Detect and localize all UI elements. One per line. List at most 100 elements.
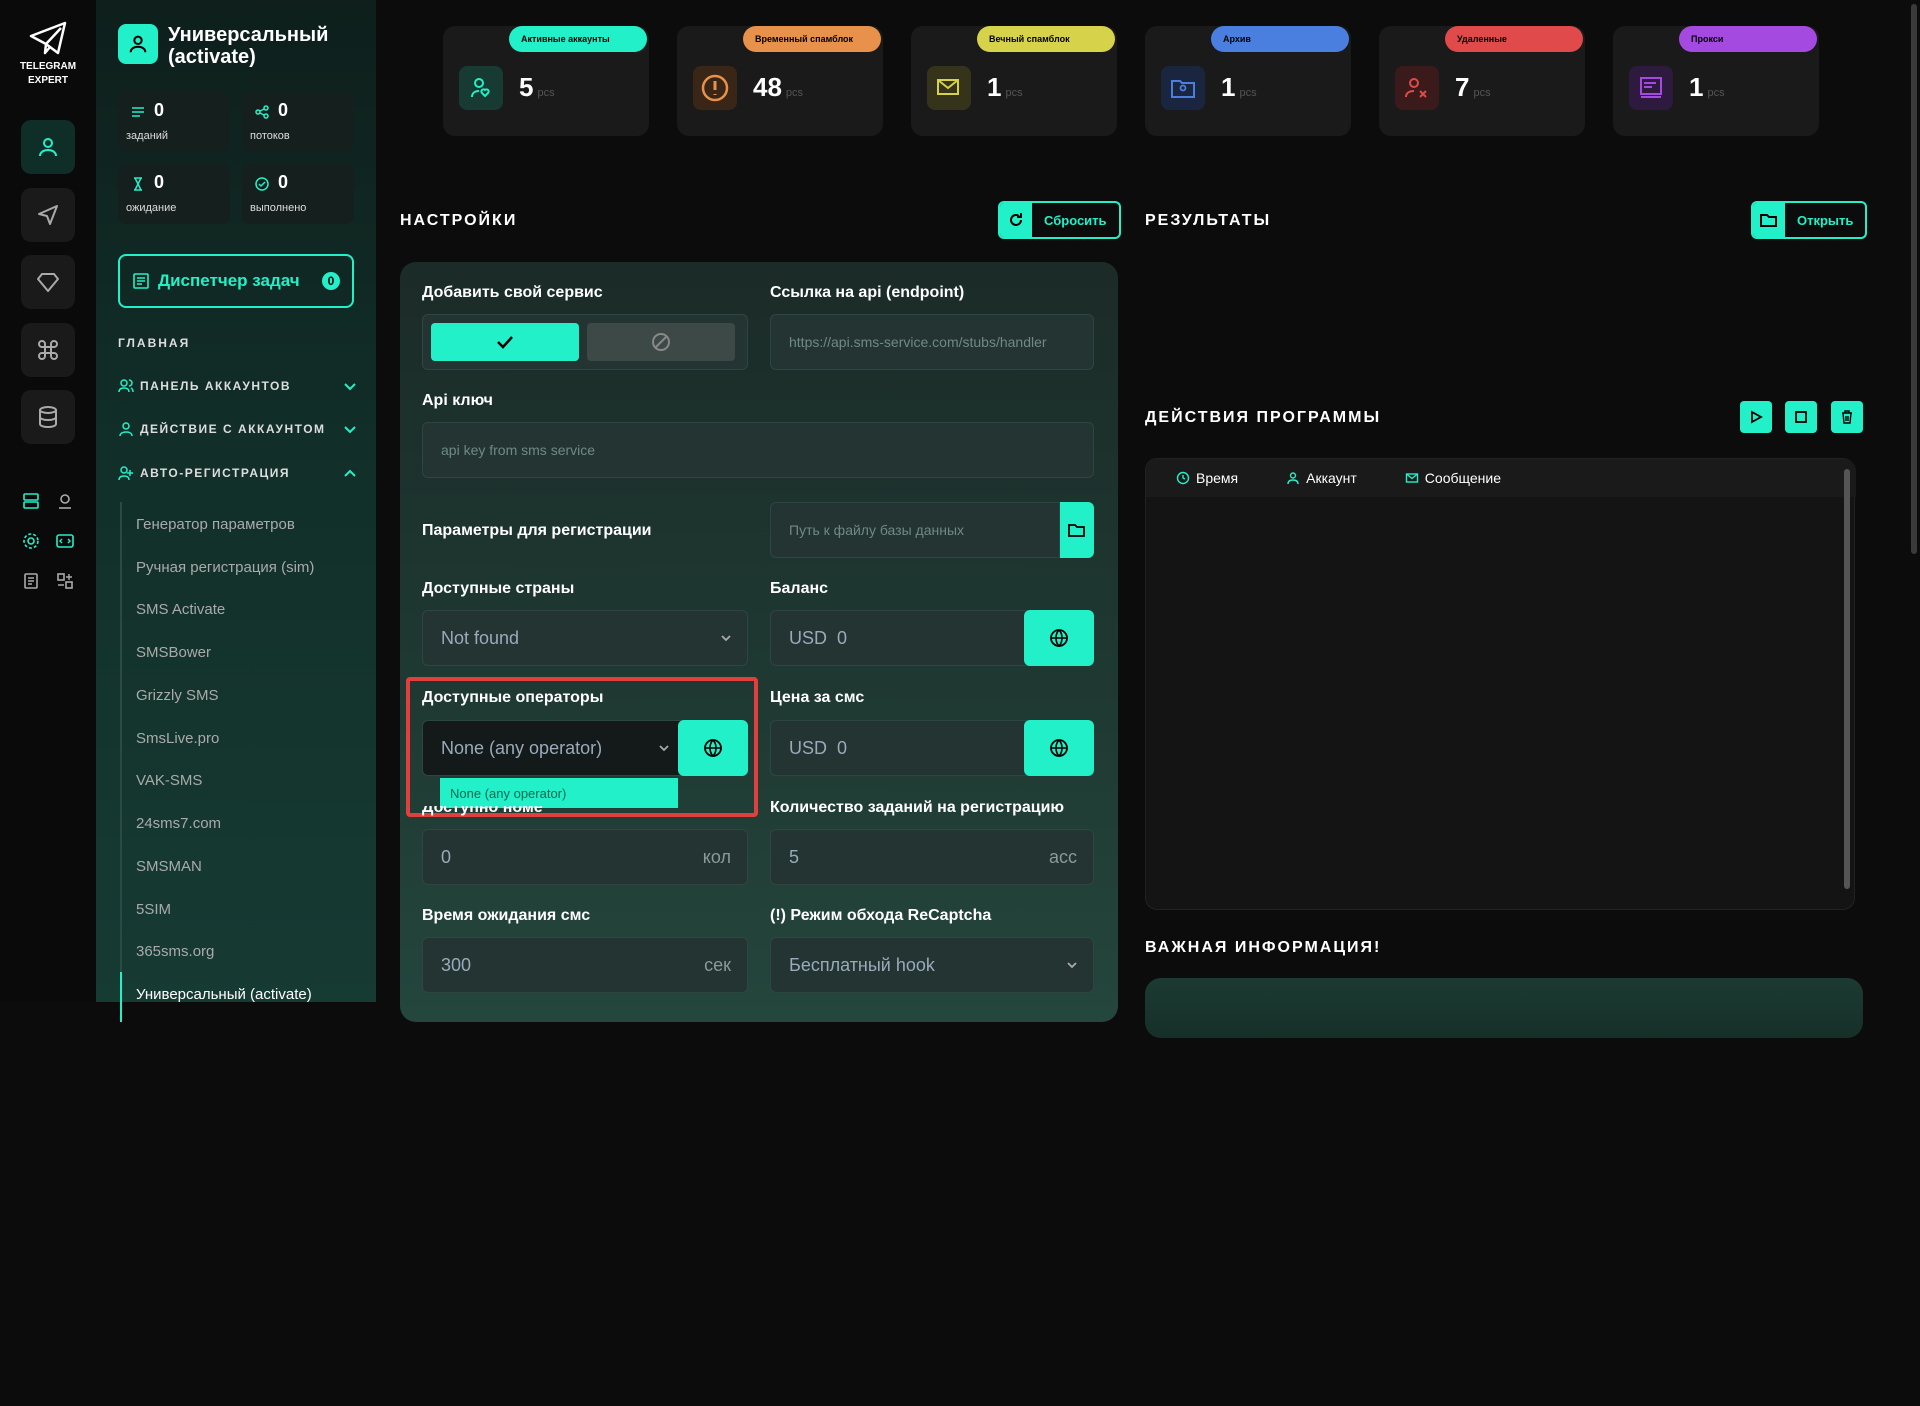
card-temp-spamblock[interactable]: Временный спамблок 48 pcs (677, 26, 883, 136)
task-dispatcher-button[interactable]: Диспетчер задач 0 (118, 254, 354, 308)
submenu-item[interactable]: SMSBower (136, 644, 211, 661)
check-icon (497, 336, 513, 349)
play-button[interactable] (1740, 401, 1772, 433)
globe-icon (1050, 739, 1068, 758)
rail-code-button[interactable] (54, 530, 76, 552)
folder-icon (1068, 524, 1085, 537)
ban-icon (652, 333, 670, 351)
countries-value: Not found (441, 627, 520, 648)
mail-block-icon (927, 66, 971, 110)
toggle-on-button[interactable] (431, 323, 579, 361)
info-title: ВАЖНАЯ ИНФОРМАЦИЯ! (1145, 939, 1382, 956)
numbers-field: 0 кол (422, 829, 748, 885)
sidebar: Универсальный (activate) 0 заданий 0 пот… (96, 0, 376, 1022)
menu-accounts-panel[interactable]: ПАНЕЛЬ АККАУНТОВ (118, 378, 358, 394)
card-tag: Временный спамблок (743, 26, 881, 52)
user-icon (39, 138, 57, 157)
submenu-item[interactable]: VAK-SMS (136, 772, 202, 789)
submenu-item[interactable]: 24sms7.com (136, 815, 221, 832)
toggle-off-button[interactable] (587, 323, 735, 361)
card-perm-spamblock[interactable]: Вечный спамблок 1 pcs (911, 26, 1117, 136)
stat-done: 0 выполнено (242, 164, 354, 224)
col-message: Сообщение (1405, 470, 1501, 486)
open-button[interactable]: Открыть (1751, 201, 1868, 239)
diamond-icon (37, 273, 59, 292)
list-icon (132, 107, 144, 117)
user-x-icon (1395, 66, 1439, 110)
card-proxy[interactable]: Прокси 1 pcs (1613, 26, 1819, 136)
db-path-input[interactable]: Путь к файлу базы данных (770, 502, 1060, 558)
user-icon (1287, 472, 1299, 485)
submenu-item[interactable]: SMSMAN (136, 858, 202, 875)
page-scrollbar-thumb[interactable] (1911, 4, 1917, 554)
actions-log: Время Аккаунт Сообщение (1145, 458, 1856, 910)
menu-account-actions[interactable]: ДЕЙСТВИЕ С АККАУНТОМ (118, 421, 358, 437)
chevron-down-icon (344, 426, 356, 434)
rail-diamond-button[interactable] (21, 255, 75, 309)
stop-button[interactable] (1785, 401, 1817, 433)
share-icon (255, 105, 269, 119)
card-archive[interactable]: Архив 1 pcs (1145, 26, 1351, 136)
submenu-item[interactable]: Grizzly SMS (136, 687, 219, 704)
dispatcher-icon (133, 273, 149, 289)
warning-icon (693, 66, 737, 110)
numbers-value: 0 (441, 846, 452, 867)
trash-icon (1842, 410, 1852, 424)
balance-refresh-button[interactable] (1024, 610, 1094, 666)
card-tag: Вечный спамблок (977, 26, 1115, 52)
rail-accounts-button[interactable] (21, 120, 75, 174)
wait-input[interactable]: 300 сек (422, 937, 748, 993)
submenu-item[interactable]: SmsLive.pro (136, 730, 219, 747)
stat-value: 0 (154, 172, 165, 192)
menu-label: АВТО-РЕГИСТРАЦИЯ (140, 466, 290, 480)
api-key-input[interactable]: api key from sms service (422, 422, 1094, 478)
chevron-down-icon (1067, 962, 1077, 969)
price-refresh-button[interactable] (1024, 720, 1094, 776)
archive-folder-icon (1161, 66, 1205, 110)
card-deleted[interactable]: Удаленные 7 pcs (1379, 26, 1585, 136)
browse-db-button[interactable] (1060, 502, 1094, 558)
balance-value: 0 (837, 627, 848, 648)
submenu-active-line (120, 972, 122, 1022)
wait-unit: сек (704, 954, 731, 975)
actions-title: ДЕЙСТВИЯ ПРОГРАММЫ (1145, 409, 1382, 426)
card-value: 7 pcs (1455, 72, 1491, 102)
submenu-item[interactable]: 365sms.org (136, 943, 214, 960)
recaptcha-select[interactable]: Бесплатный hook (770, 937, 1094, 993)
telegram-logo-icon (29, 21, 67, 55)
log-scrollbar[interactable] (1844, 469, 1850, 889)
card-value: 1 pcs (987, 72, 1023, 102)
countries-select[interactable]: Not found (422, 610, 748, 666)
clear-log-button[interactable] (1831, 401, 1863, 433)
page-scrollbar[interactable] (1908, 0, 1920, 1002)
submenu-item[interactable]: SMS Activate (136, 601, 225, 618)
proxy-icon (1629, 66, 1673, 110)
rail-send-button[interactable] (21, 188, 75, 242)
col-account: Аккаунт (1286, 470, 1357, 486)
menu-auto-registration[interactable]: АВТО-РЕГИСТРАЦИЯ (118, 465, 358, 481)
rail-database-button[interactable] (21, 390, 75, 444)
chevron-down-icon (721, 635, 731, 642)
endpoint-input[interactable]: https://api.sms-service.com/stubs/handle… (770, 314, 1094, 370)
rail-grid-button[interactable] (54, 570, 76, 592)
balance-label: Баланс (770, 580, 829, 597)
reg-params-label: Параметры для регистрации (422, 522, 652, 539)
submenu-item-selected[interactable]: Универсальный (activate) (136, 986, 312, 1003)
balance-currency: USD (789, 627, 828, 648)
actions-log-header: Время Аккаунт Сообщение (1146, 459, 1856, 497)
rail-settings-button[interactable] (20, 530, 42, 552)
submenu-item[interactable]: 5SIM (136, 901, 171, 918)
rail-command-button[interactable] (21, 323, 75, 377)
rail-server-button[interactable] (20, 490, 42, 512)
card-active-accounts[interactable]: Активные аккаунты 5 pcs (443, 26, 649, 136)
user-icon (129, 35, 147, 53)
submenu-item[interactable]: Ручная регистрация (sim) (136, 559, 314, 576)
reset-button[interactable]: Сбросить (998, 201, 1121, 239)
tasks-input[interactable]: 5 acc (770, 829, 1094, 885)
rail-location-button[interactable] (54, 490, 76, 512)
rail-doc-button[interactable] (20, 570, 42, 592)
submenu-item[interactable]: Генератор параметров (136, 516, 295, 533)
menu-label: ПАНЕЛЬ АККАУНТОВ (140, 379, 292, 393)
command-icon (38, 340, 58, 360)
app-logo: TELEGRAM EXPERT (0, 20, 96, 88)
